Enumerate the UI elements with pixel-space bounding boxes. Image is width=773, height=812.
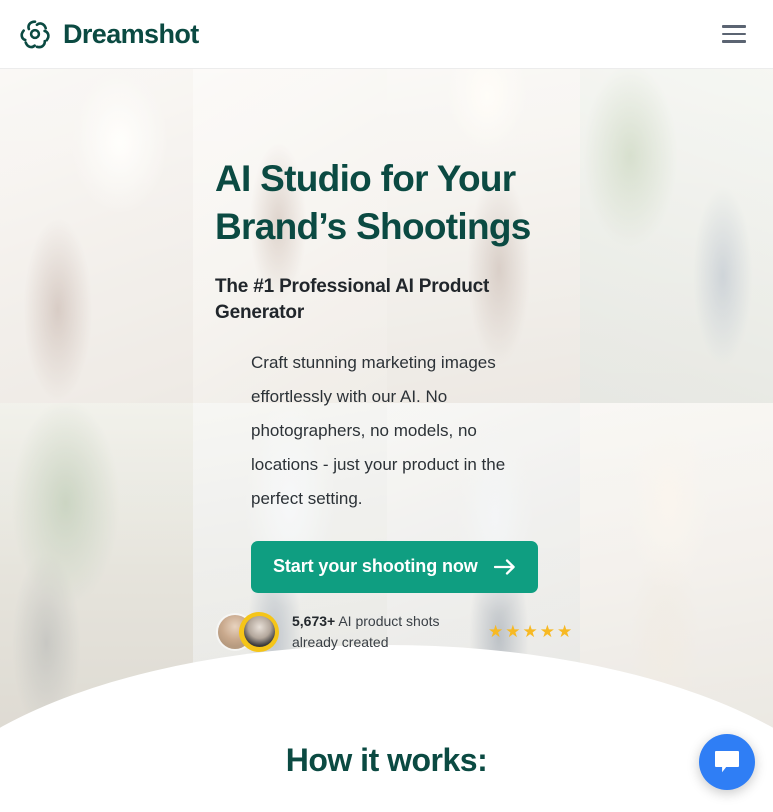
- menu-bar-2: [722, 32, 746, 36]
- hamburger-menu-icon[interactable]: [715, 15, 753, 53]
- page-root: Dreamshot AI Studio for Your Brand’s Sho…: [0, 0, 773, 812]
- star-icon: ★: [488, 622, 504, 642]
- menu-bar-3: [722, 40, 746, 43]
- chat-bubble-icon: [715, 751, 739, 773]
- avatar: [239, 611, 279, 652]
- arrow-right-icon: [493, 559, 515, 575]
- spiral-logo-icon: [20, 20, 50, 49]
- start-shooting-button[interactable]: Start your shooting now: [251, 541, 538, 594]
- avatar-photo: [243, 616, 275, 648]
- avatar-group: [218, 611, 279, 652]
- shot-count-label-2: already created: [292, 633, 389, 650]
- star-icon: ★: [539, 622, 555, 642]
- social-proof-text: 5,673+ AI product shots already created: [292, 611, 467, 652]
- chat-widget-button[interactable]: [699, 734, 755, 790]
- star-icon: ★: [557, 622, 573, 642]
- menu-bar-1: [722, 25, 746, 28]
- star-icon: ★: [522, 622, 538, 642]
- hero-body-text: Craft stunning marketing images effortle…: [251, 353, 506, 509]
- brand-logo[interactable]: Dreamshot: [18, 17, 199, 51]
- hero-subtitle: The #1 Professional AI Product Generator: [215, 275, 490, 324]
- rating-stars: ★ ★ ★ ★ ★: [488, 623, 572, 640]
- how-it-works-section: How it works:: [0, 742, 773, 779]
- site-header: Dreamshot: [0, 0, 773, 69]
- shot-count: 5,673+: [292, 613, 336, 630]
- how-it-works-title: How it works:: [285, 742, 488, 778]
- cta-label: Start your shooting now: [273, 556, 478, 577]
- shot-count-label-1: AI product shots: [338, 613, 440, 630]
- social-proof: 5,673+ AI product shots already created …: [218, 611, 773, 652]
- star-icon: ★: [505, 622, 521, 642]
- hero-section: AI Studio for Your Brand’s Shootings The…: [0, 69, 773, 737]
- page-title: AI Studio for Your Brand’s Shootings: [215, 158, 531, 248]
- brand-name: Dreamshot: [63, 18, 199, 49]
- hero-content: AI Studio for Your Brand’s Shootings The…: [0, 69, 773, 652]
